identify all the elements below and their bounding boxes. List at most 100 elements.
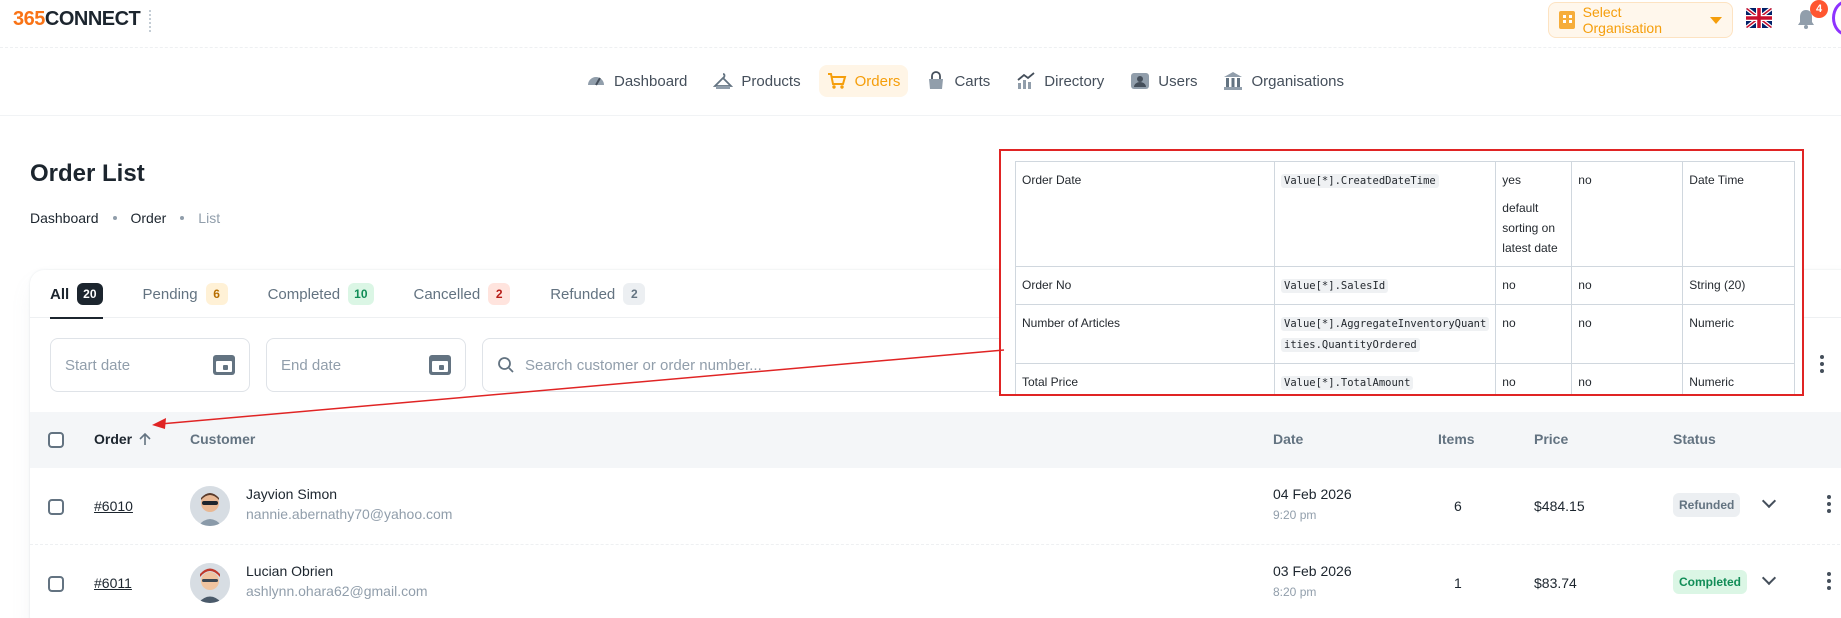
nav-item-organisations[interactable]: Organisations xyxy=(1215,65,1352,97)
nav-label: Carts xyxy=(954,72,991,90)
spec-row: Number of Articles Value[*].AggregateInv… xyxy=(1015,304,1796,364)
spec-type: Date Time xyxy=(1682,161,1796,267)
user-avatar[interactable] xyxy=(1832,0,1841,36)
spec-field: Order No xyxy=(1015,266,1275,305)
breadcrumb-dashboard[interactable]: Dashboard xyxy=(30,210,99,226)
spec-table: Order Date Value[*].CreatedDateTime yes d… xyxy=(1015,161,1796,394)
order-price: $484.15 xyxy=(1534,498,1585,514)
nav-item-users[interactable]: Users xyxy=(1122,65,1205,97)
order-number-link[interactable]: #6010 xyxy=(94,498,133,514)
row-checkbox[interactable] xyxy=(48,576,64,592)
search-placeholder: Search customer or order number... xyxy=(525,356,762,374)
column-order[interactable]: Order xyxy=(94,431,152,447)
customer-avatar xyxy=(190,563,230,603)
select-organisation-button[interactable]: Select Organisation xyxy=(1548,2,1733,38)
uk-flag-icon[interactable] xyxy=(1746,8,1772,28)
page-title: Order List xyxy=(30,160,145,187)
spec-annotation-box: Order Date Value[*].CreatedDateTime yes d… xyxy=(999,149,1804,396)
status-badge: Completed xyxy=(1673,570,1748,594)
products-icon xyxy=(713,73,734,89)
column-status[interactable]: Status xyxy=(1673,431,1716,447)
select-organisation-label: Select Organisation xyxy=(1582,4,1663,36)
row-more-icon[interactable] xyxy=(1827,572,1831,590)
start-date-placeholder: Start date xyxy=(65,356,131,374)
customer-name: Lucian Obrien xyxy=(246,563,334,579)
spec-path: Value[*].SalesId xyxy=(1273,266,1497,305)
order-number-link[interactable]: #6011 xyxy=(94,575,132,591)
filter-bar: Start date End date Search customer or o… xyxy=(50,338,1102,392)
tab-all[interactable]: All 20 xyxy=(50,270,103,319)
spec-path: Value[*].AggregateInventoryQuant ities.Qu… xyxy=(1273,304,1497,364)
tab-label: All xyxy=(50,285,70,303)
nav-label: Organisations xyxy=(1251,72,1345,90)
nav-divider xyxy=(0,115,1841,116)
tab-label: Pending xyxy=(142,285,198,303)
spec-row: Order Date Value[*].CreatedDateTime yes d… xyxy=(1015,161,1796,267)
nav-item-carts[interactable]: Carts xyxy=(918,65,998,97)
nav-label: Users xyxy=(1158,72,1198,90)
chevron-down-icon[interactable] xyxy=(1761,570,1777,586)
row-checkbox[interactable] xyxy=(48,499,64,515)
order-items: 1 xyxy=(1454,575,1462,591)
order-date: 03 Feb 2026 8:20 pm xyxy=(1273,563,1352,599)
tab-label: Completed xyxy=(267,285,341,303)
filter-more-icon[interactable] xyxy=(1820,355,1824,373)
select-all-checkbox[interactable] xyxy=(48,432,64,448)
tab-label: Refunded xyxy=(550,285,616,303)
breadcrumb: Dashboard Order List xyxy=(30,210,220,226)
breadcrumb-separator xyxy=(180,216,185,220)
start-date-field[interactable]: Start date xyxy=(50,338,250,392)
app-logo[interactable]: 365CONNECT xyxy=(13,8,141,31)
column-price[interactable]: Price xyxy=(1534,431,1568,447)
topbar-divider xyxy=(149,10,151,32)
tab-pending[interactable]: Pending 6 xyxy=(143,270,228,318)
breadcrumb-separator xyxy=(112,216,117,220)
spec-col1: no xyxy=(1495,304,1573,364)
tab-count-badge: 10 xyxy=(348,283,374,305)
nav-label: Products xyxy=(741,72,801,90)
calendar-icon[interactable] xyxy=(429,355,451,375)
orders-icon xyxy=(827,73,846,89)
order-items: 6 xyxy=(1454,498,1462,514)
spec-col2: no xyxy=(1571,161,1684,267)
row-more-icon[interactable] xyxy=(1827,495,1831,513)
cart-icon xyxy=(929,71,944,89)
tab-cancelled[interactable]: Cancelled 2 xyxy=(414,270,511,318)
nav-item-products[interactable]: Products xyxy=(705,65,808,97)
table-row[interactable]: #6011 Lucian Obrien ashlynn.ohara62@gmai… xyxy=(30,545,1841,618)
order-date: 04 Feb 2026 9:20 pm xyxy=(1273,486,1352,522)
column-items[interactable]: Items xyxy=(1438,431,1475,447)
customer-name: Jayvion Simon xyxy=(246,486,338,502)
calendar-icon[interactable] xyxy=(213,355,235,375)
customer-email: nannie.abernathy70@yahoo.com xyxy=(246,506,453,522)
tab-completed[interactable]: Completed 10 xyxy=(268,270,374,318)
breadcrumb-order[interactable]: Order xyxy=(131,210,167,226)
tab-label: Cancelled xyxy=(413,285,481,303)
users-icon xyxy=(1131,73,1150,89)
end-date-field[interactable]: End date xyxy=(266,338,466,392)
spec-col1: yes default sorting on latest date xyxy=(1495,161,1573,267)
caret-down-icon xyxy=(1710,16,1722,24)
table-header: Order Customer Date Items Price Status xyxy=(30,412,1841,468)
spec-col2: no xyxy=(1571,304,1684,364)
dashboard-icon xyxy=(588,77,604,86)
nav-item-directory[interactable]: Directory xyxy=(1008,65,1112,97)
tab-refunded[interactable]: Refunded 2 xyxy=(550,270,646,318)
chevron-down-icon[interactable] xyxy=(1761,493,1777,509)
spec-row: Order No Value[*].SalesId no no String (… xyxy=(1015,266,1796,305)
spec-field: Order Date xyxy=(1015,161,1275,267)
tab-count-badge: 2 xyxy=(623,283,646,305)
notification-count-badge: 4 xyxy=(1810,0,1828,18)
nav-item-dashboard[interactable]: Dashboard xyxy=(578,65,695,97)
spec-field: Total Price xyxy=(1015,363,1275,394)
table-row[interactable]: #6010 Jayvion Simon nannie.abernathy70@y… xyxy=(30,468,1841,545)
search-icon xyxy=(498,357,514,373)
spec-path: Value[*].TotalAmount xyxy=(1273,363,1497,394)
column-date[interactable]: Date xyxy=(1273,431,1303,447)
spec-row: Total Price Value[*].TotalAmount no no N… xyxy=(1015,363,1796,394)
tab-count-badge: 20 xyxy=(77,283,103,305)
column-customer[interactable]: Customer xyxy=(190,431,255,447)
organisations-icon xyxy=(1224,72,1243,90)
nav-item-orders[interactable]: Orders xyxy=(818,65,909,97)
customer-avatar xyxy=(190,486,230,526)
